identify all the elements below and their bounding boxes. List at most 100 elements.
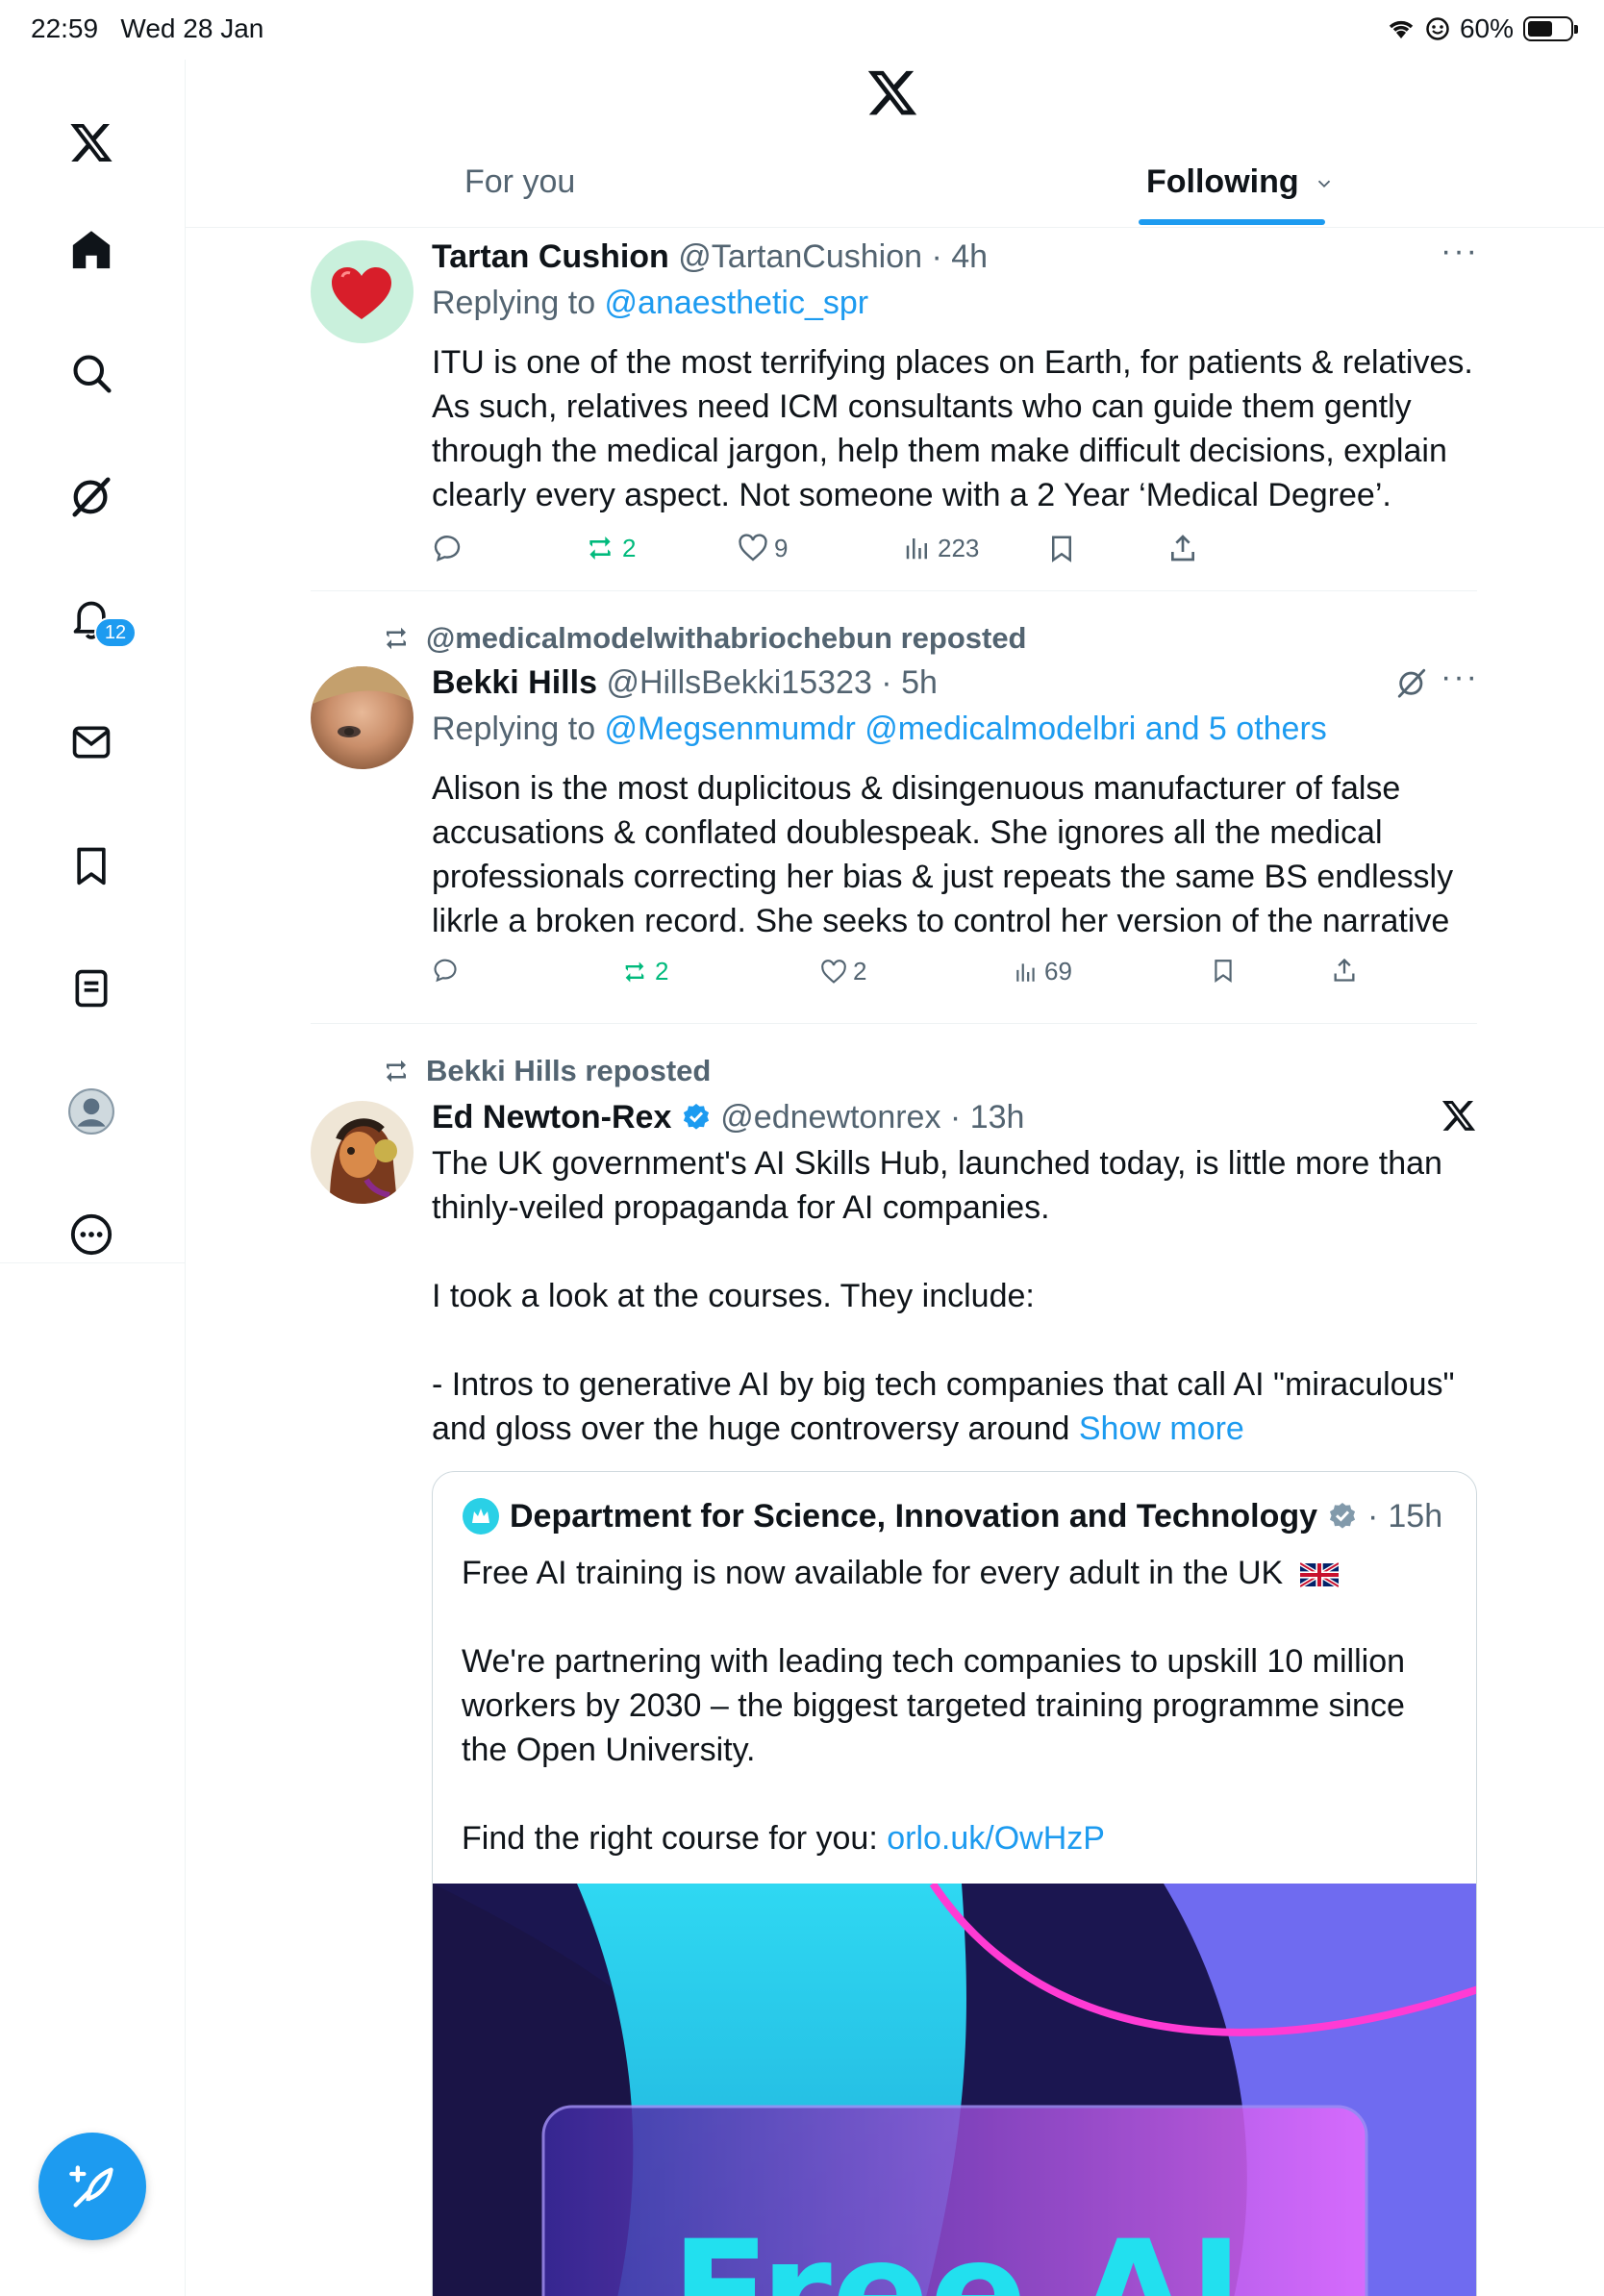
crown-logo-icon <box>463 1498 499 1535</box>
views-button[interactable]: 223 <box>903 533 979 563</box>
sidebar: 12 <box>0 60 186 2296</box>
post-author-handle[interactable]: @ednewtonrex <box>720 1099 940 1136</box>
view-count: 69 <box>1044 957 1072 986</box>
views-icon <box>1016 962 1035 982</box>
chevron-down-icon <box>1317 180 1331 188</box>
feed-tabs: For you Following <box>186 144 1604 228</box>
like-button[interactable]: 2 <box>820 957 866 986</box>
share-icon <box>1334 958 1355 982</box>
quoted-post-header: Department for Science, Innovation and T… <box>462 1497 1442 1535</box>
replying-to-link[interactable]: @anaesthetic_spr <box>605 285 869 321</box>
bookmarks-icon[interactable] <box>58 832 125 899</box>
repost-count: 2 <box>655 957 669 986</box>
quoted-post-image[interactable]: Free AI <box>433 1884 1476 2296</box>
like-count: 9 <box>774 533 789 562</box>
avatar[interactable] <box>311 1101 414 1204</box>
repost-by-label[interactable]: @medicalmodelwithabriochebun reposted <box>426 621 1027 656</box>
share-button[interactable] <box>1331 957 1358 984</box>
uk-flag-icon <box>1298 1560 1340 1589</box>
bookmark-icon <box>1215 960 1232 983</box>
sidebar-divider <box>0 1262 185 1263</box>
share-button[interactable] <box>1167 533 1198 563</box>
repost-indicator: @medicalmodelwithabriochebun reposted <box>380 621 1027 656</box>
x-logo-icon[interactable] <box>1441 1097 1477 1138</box>
heart-icon <box>739 534 767 562</box>
image-headline: Free AI <box>671 2210 1243 2296</box>
reply-button[interactable] <box>432 533 463 563</box>
post-author-line: Ed Newton-Rex @ednewtonrex · 13h <box>432 1099 1025 1136</box>
post-separator <box>311 590 1477 591</box>
status-right: 60% <box>1387 13 1578 44</box>
header-x-logo-icon[interactable] <box>865 65 923 123</box>
repost-icon <box>625 961 644 982</box>
lists-icon[interactable] <box>58 955 125 1022</box>
post-author-name[interactable]: Ed Newton-Rex <box>432 1099 671 1136</box>
quoted-paragraph: Free AI training is now available for ev… <box>462 1551 1442 1595</box>
like-button[interactable]: 9 <box>738 533 788 563</box>
quoted-author-name[interactable]: Department for Science, Innovation and T… <box>510 1498 1317 1535</box>
battery-percent: 60% <box>1459 13 1514 43</box>
repost-button[interactable]: 2 <box>620 957 668 986</box>
post-author-name[interactable]: Tartan Cushion <box>432 238 669 275</box>
reply-button[interactable] <box>432 957 459 984</box>
repost-button[interactable]: 2 <box>584 533 636 563</box>
repost-icon <box>387 627 406 650</box>
post-text: ITU is one of the most terrifying places… <box>432 344 1473 513</box>
wifi-icon <box>1389 20 1414 38</box>
status-bar: 22:59 Wed 28 Jan 60% <box>0 0 1604 60</box>
messages-icon[interactable] <box>58 709 125 776</box>
post-time[interactable]: 4h <box>951 238 988 275</box>
status-date: Wed 28 Jan <box>120 13 264 43</box>
post-time[interactable]: 5h <box>901 664 938 701</box>
show-more-link[interactable]: Show more <box>1079 1410 1244 1447</box>
post-author-line: Bekki Hills @HillsBekki15323 · 5h <box>432 664 938 701</box>
grok-explain-icon[interactable] <box>1395 666 1428 704</box>
avatar[interactable] <box>311 240 414 343</box>
quoted-paragraph: We're partnering with leading tech compa… <box>462 1643 1406 1768</box>
avatar[interactable] <box>311 666 414 769</box>
compose-icon <box>69 2165 113 2208</box>
repost-icon <box>589 537 611 560</box>
replying-to-line: Replying to @Megsenmumdr @medicalmodelbr… <box>432 711 1327 747</box>
quoted-paragraph: Find the right course for you: orlo.uk/O… <box>462 1820 1105 1857</box>
tab-following-label: Following <box>1146 163 1299 200</box>
view-count: 223 <box>938 533 980 562</box>
repost-indicator: Bekki Hills reposted <box>380 1054 711 1088</box>
more-icon[interactable] <box>58 1201 125 1268</box>
course-link[interactable]: orlo.uk/OwHzP <box>887 1820 1105 1857</box>
grok-icon[interactable] <box>58 462 125 530</box>
repost-count: 2 <box>622 533 637 562</box>
post-author-handle[interactable]: @TartanCushion <box>678 238 922 275</box>
bookmark-icon <box>1052 536 1071 562</box>
status-time: 22:59 Wed 28 Jan <box>31 13 264 43</box>
home-icon[interactable] <box>58 216 125 284</box>
post-actions: 2 2 69 <box>432 957 1480 995</box>
bookmark-button[interactable] <box>1211 957 1236 984</box>
share-icon <box>1171 535 1194 562</box>
quoted-post[interactable]: Department for Science, Innovation and T… <box>432 1471 1477 2296</box>
post-author-name[interactable]: Bekki Hills <box>432 664 597 701</box>
bookmark-button[interactable] <box>1047 533 1076 563</box>
search-icon[interactable] <box>58 339 125 407</box>
post-actions: 2 9 223 <box>432 533 1480 571</box>
post-author-line: Tartan Cushion @TartanCushion · 4h <box>432 238 989 275</box>
tab-for-you[interactable]: For you <box>464 163 575 201</box>
verified-badge-icon <box>683 1104 709 1130</box>
post-more-button[interactable]: ··· <box>1441 233 1479 270</box>
tab-following[interactable]: Following <box>1146 163 1335 201</box>
post-time[interactable]: 13h <box>970 1099 1025 1136</box>
quoted-post-text: Free AI training is now available for ev… <box>462 1551 1442 1860</box>
x-logo-icon[interactable] <box>58 109 125 176</box>
replying-to-line: Replying to @anaesthetic_spr <box>432 285 869 321</box>
profile-icon[interactable] <box>58 1078 125 1145</box>
post-more-button[interactable]: ··· <box>1441 659 1479 696</box>
post-author-handle[interactable]: @HillsBekki15323 <box>606 664 871 701</box>
compose-button[interactable] <box>38 2133 146 2240</box>
like-count: 2 <box>853 957 867 986</box>
replying-to-link[interactable]: @Megsenmumdr @medicalmodelbri and 5 othe… <box>605 711 1327 747</box>
repost-by-label[interactable]: Bekki Hills reposted <box>426 1054 711 1088</box>
views-icon <box>906 538 927 560</box>
quoted-post-time: 15h <box>1388 1497 1443 1535</box>
views-button[interactable]: 69 <box>1014 957 1072 986</box>
notifications-badge: 12 <box>94 617 137 648</box>
